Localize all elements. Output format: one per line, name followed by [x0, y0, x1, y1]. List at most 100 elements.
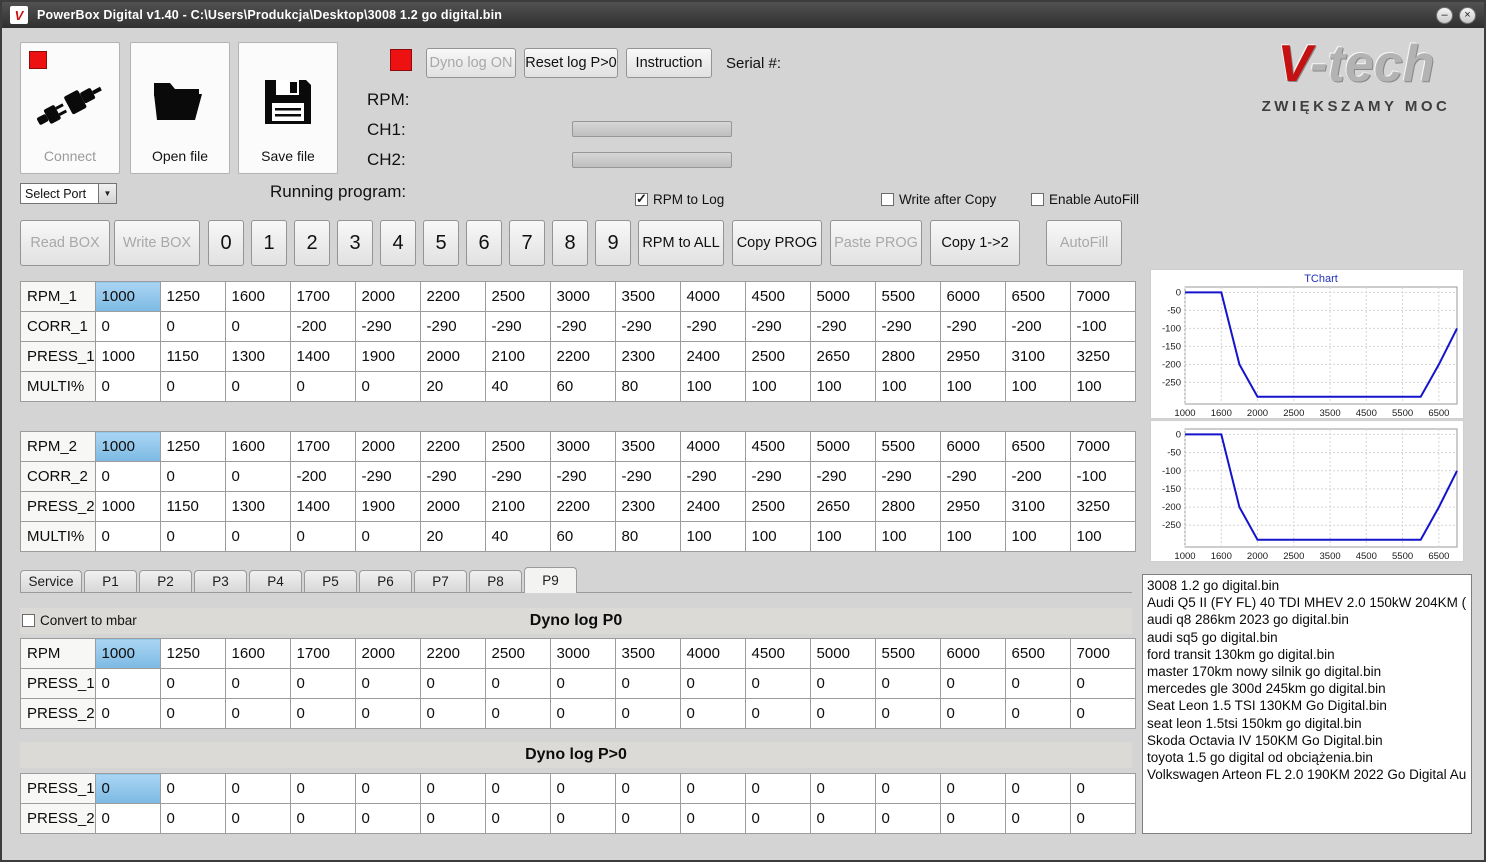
grid-cell[interactable]: 100 [1004, 521, 1071, 552]
digit-button-2[interactable]: 2 [294, 220, 330, 266]
grid-cell[interactable]: 0 [1004, 773, 1071, 804]
grid-cell[interactable]: 3500 [614, 281, 681, 312]
grid-cell[interactable]: 1900 [354, 341, 421, 372]
grid-cell[interactable]: -290 [679, 461, 746, 492]
grid-cell[interactable]: 0 [94, 461, 161, 492]
grid-cell[interactable]: 100 [744, 521, 811, 552]
grid-cell[interactable]: 100 [874, 521, 941, 552]
grid-cell[interactable]: 3100 [1004, 341, 1071, 372]
file-list-item[interactable]: seat leon 1.5tsi 150km go digital.bin [1147, 715, 1467, 732]
grid-cell[interactable]: 0 [939, 773, 1006, 804]
grid-cell[interactable]: 3000 [549, 431, 616, 462]
grid-cell[interactable]: -290 [744, 311, 811, 342]
copy-1-to-2-button[interactable]: Copy 1->2 [930, 220, 1020, 266]
grid-cell[interactable]: 0 [289, 773, 356, 804]
grid-cell[interactable]: 6000 [939, 281, 1006, 312]
grid-cell[interactable]: 0 [289, 371, 356, 402]
grid-cell[interactable]: 2000 [354, 431, 421, 462]
digit-button-6[interactable]: 6 [466, 220, 502, 266]
grid-cell[interactable]: 0 [94, 371, 161, 402]
grid-cell[interactable]: 6500 [1004, 431, 1071, 462]
grid-cell[interactable]: 100 [809, 371, 876, 402]
grid-cell[interactable]: 0 [224, 698, 291, 729]
file-list[interactable]: 3008 1.2 go digital.bin Audi Q5 II (FY FL… [1142, 574, 1472, 834]
close-button[interactable]: × [1459, 6, 1476, 24]
grid-cell[interactable]: 1700 [289, 431, 356, 462]
grid-cell[interactable]: -290 [419, 461, 486, 492]
grid-cell[interactable]: 100 [679, 371, 746, 402]
file-list-item[interactable]: mercedes gle 300d 245km go digital.bin [1147, 680, 1467, 697]
grid-cell[interactable]: 0 [939, 803, 1006, 834]
grid-cell[interactable]: 20 [419, 371, 486, 402]
grid-cell[interactable]: 3000 [549, 638, 616, 669]
grid-cell[interactable]: 0 [224, 371, 291, 402]
digit-button-5[interactable]: 5 [423, 220, 459, 266]
tab-p6[interactable]: P6 [359, 570, 412, 592]
grid-cell[interactable]: 5500 [874, 281, 941, 312]
digit-button-0[interactable]: 0 [208, 220, 244, 266]
grid-cell[interactable]: 100 [1004, 371, 1071, 402]
grid-cell[interactable]: -290 [939, 311, 1006, 342]
grid-cell[interactable]: -200 [289, 311, 356, 342]
grid-cell[interactable]: -290 [484, 311, 551, 342]
grid-cell[interactable]: 1300 [224, 491, 291, 522]
grid-cell[interactable]: -290 [549, 461, 616, 492]
grid-cell[interactable]: 0 [874, 698, 941, 729]
grid-cell[interactable]: 0 [159, 803, 226, 834]
grid-cell[interactable]: 4000 [679, 281, 746, 312]
grid-cell[interactable]: 1900 [354, 491, 421, 522]
grid-cell[interactable]: 0 [1004, 698, 1071, 729]
grid-cell[interactable]: 2650 [809, 491, 876, 522]
grid-cell[interactable]: 3100 [1004, 491, 1071, 522]
grid-cell[interactable]: 1400 [289, 491, 356, 522]
grid-cell[interactable]: 100 [809, 521, 876, 552]
grid-cell[interactable]: 0 [679, 668, 746, 699]
open-file-button[interactable]: Open file [130, 42, 230, 174]
tab-p9[interactable]: P9 [524, 567, 577, 593]
grid-cell[interactable]: -290 [484, 461, 551, 492]
grid-cell[interactable]: -200 [1004, 311, 1071, 342]
grid-cell[interactable]: 2200 [419, 431, 486, 462]
grid-cell[interactable]: 2500 [744, 341, 811, 372]
grid-cell[interactable]: 3250 [1069, 491, 1136, 522]
grid-cell[interactable]: -290 [419, 311, 486, 342]
grid-cell[interactable]: 2400 [679, 491, 746, 522]
grid-cell[interactable]: 3250 [1069, 341, 1136, 372]
rpm-to-log-checkbox-box[interactable] [635, 191, 648, 207]
grid-cell[interactable]: 2300 [614, 341, 681, 372]
grid-cell[interactable]: 7000 [1069, 638, 1136, 669]
grid-cell[interactable]: 1250 [159, 431, 226, 462]
grid-cell[interactable]: 80 [614, 371, 681, 402]
grid-cell[interactable]: 2500 [744, 491, 811, 522]
grid-cell[interactable]: 0 [809, 773, 876, 804]
grid-cell[interactable]: 7000 [1069, 431, 1136, 462]
grid-cell[interactable]: 4000 [679, 638, 746, 669]
grid-cell[interactable]: 100 [1069, 521, 1136, 552]
grid-cell[interactable]: 1000 [94, 431, 161, 462]
file-list-item[interactable]: Seat Leon 1.5 TSI 130KM Go Digital.bin [1147, 697, 1467, 714]
grid-cell[interactable]: 1000 [94, 341, 161, 372]
grid-cell[interactable]: 0 [874, 803, 941, 834]
grid-cell[interactable]: 0 [159, 773, 226, 804]
grid-cell[interactable]: 100 [874, 371, 941, 402]
digit-button-4[interactable]: 4 [380, 220, 416, 266]
grid-cell[interactable]: 1600 [224, 638, 291, 669]
grid-cell[interactable]: 60 [549, 371, 616, 402]
file-list-item[interactable]: Volkswagen Arteon FL 2.0 190KM 2022 Go D… [1147, 766, 1467, 783]
dropdown-arrow-icon[interactable]: ▼ [98, 184, 116, 203]
dyno-log-on-button[interactable]: Dyno log ON [426, 48, 516, 78]
grid-cell[interactable]: 2200 [419, 281, 486, 312]
grid-cell[interactable]: 0 [744, 803, 811, 834]
grid-cell[interactable]: 1150 [159, 341, 226, 372]
grid-cell[interactable]: 0 [289, 668, 356, 699]
grid-cell[interactable]: 2950 [939, 341, 1006, 372]
grid-cell[interactable]: 0 [94, 521, 161, 552]
grid-cell[interactable]: 0 [94, 803, 161, 834]
grid-cell[interactable]: 2500 [484, 638, 551, 669]
enable-autofill-checkbox-box[interactable] [1031, 193, 1044, 206]
grid-cell[interactable]: 40 [484, 371, 551, 402]
grid-cell[interactable]: 1000 [94, 638, 161, 669]
tab-service[interactable]: Service [20, 570, 82, 592]
grid-cell[interactable]: -290 [614, 461, 681, 492]
grid-cell[interactable]: 0 [159, 371, 226, 402]
